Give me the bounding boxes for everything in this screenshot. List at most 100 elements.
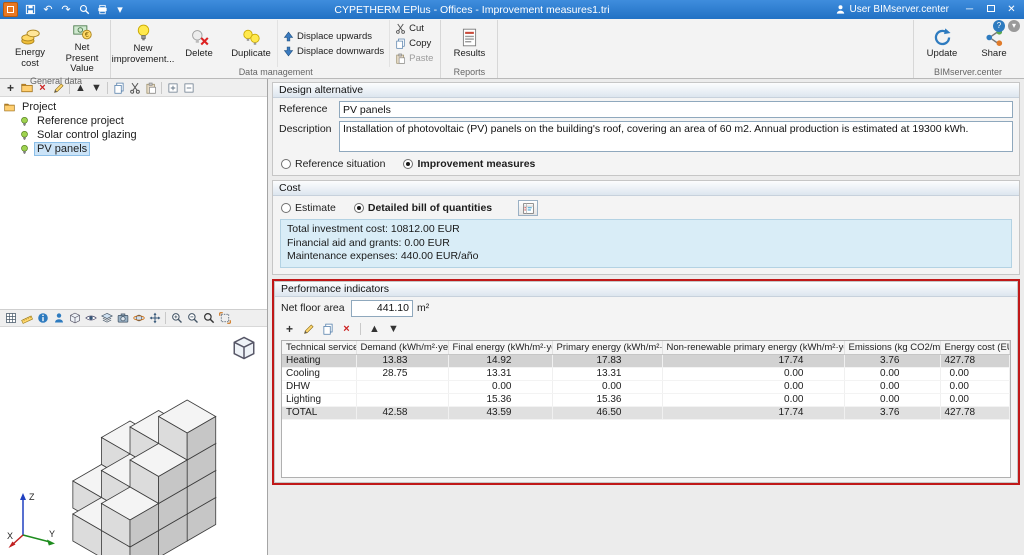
- zoom-icon[interactable]: [76, 2, 92, 17]
- minimize-button[interactable]: ─: [959, 2, 980, 18]
- row-down-icon[interactable]: ▼: [386, 322, 401, 336]
- save-icon[interactable]: [22, 2, 38, 17]
- row-up-icon[interactable]: ▲: [367, 322, 382, 336]
- copy-item-icon[interactable]: [111, 80, 126, 95]
- performance-indicators-header: Performance indicators: [275, 282, 1017, 297]
- options-circle-icon[interactable]: ▾: [1008, 20, 1020, 32]
- col-demand: Demand (kWh/m²·year): [356, 341, 448, 355]
- orbit-icon[interactable]: [131, 311, 146, 326]
- layers-icon[interactable]: [99, 311, 114, 326]
- grid-icon[interactable]: [3, 311, 18, 326]
- delete-row-icon[interactable]: ×: [339, 322, 354, 336]
- copy-row-icon[interactable]: [320, 322, 335, 336]
- zoom-in-icon[interactable]: [169, 311, 184, 326]
- collapse-all-icon[interactable]: [181, 80, 196, 95]
- tree-item-solar-control-glazing[interactable]: Solar control glazing: [4, 128, 263, 142]
- add-row-icon[interactable]: +: [282, 322, 297, 336]
- energy-cost-button[interactable]: Energy cost: [4, 25, 56, 70]
- tree-item-project[interactable]: Project: [4, 100, 263, 114]
- table-row-heating[interactable]: Heating 13.83 14.92 17.83 17.74 3.76 427…: [282, 355, 1010, 368]
- measure-bulb-icon: [19, 144, 30, 155]
- paste-item-icon[interactable]: [143, 80, 158, 95]
- close-button[interactable]: ✕: [1001, 2, 1022, 18]
- delete-button[interactable]: Delete: [173, 26, 225, 61]
- edit-bill-button[interactable]: [518, 200, 538, 216]
- ribbon-group-data-management: New improvement... Delete Duplicate Disp…: [111, 20, 441, 78]
- net-floor-area-input[interactable]: [351, 300, 413, 317]
- app-icon[interactable]: [3, 2, 18, 17]
- info-icon[interactable]: [35, 311, 50, 326]
- design-alternative-header: Design alternative: [273, 83, 1019, 98]
- bill-of-quantities-icon: [522, 202, 535, 215]
- net-present-value-button[interactable]: Net Present Value: [56, 20, 108, 76]
- visibility-icon[interactable]: [83, 311, 98, 326]
- user-icon: [835, 4, 846, 15]
- table-row-cooling[interactable]: Cooling 28.75 13.31 13.31 0.00 0.00 0.00: [282, 368, 1010, 381]
- maximize-button[interactable]: [980, 2, 1001, 18]
- performance-indicators-section: Performance indicators Net floor area m²…: [274, 281, 1018, 483]
- annotation-highlight: Performance indicators Net floor area m²…: [272, 279, 1020, 485]
- col-emissions: Emissions (kg CO2/m²·year): [844, 341, 940, 355]
- update-button[interactable]: Update: [916, 26, 968, 61]
- edit-row-icon[interactable]: [301, 322, 316, 336]
- redo-icon[interactable]: ↷: [58, 2, 74, 17]
- measure-icon[interactable]: [19, 311, 34, 326]
- separator: [161, 82, 162, 94]
- snapshot-icon[interactable]: [115, 311, 130, 326]
- reference-situation-radio[interactable]: Reference situation: [281, 158, 385, 170]
- 3d-viewport[interactable]: Z Y X: [0, 327, 267, 555]
- pan-icon[interactable]: [147, 311, 162, 326]
- person-icon[interactable]: [51, 311, 66, 326]
- col-energy-cost: Energy cost (EUR / year): [940, 341, 1010, 355]
- description-label: Description: [279, 121, 339, 135]
- view-toolbar: [0, 309, 267, 327]
- bimserver-user[interactable]: User BIMserver.center: [835, 4, 959, 15]
- axis-triad: Z Y X: [5, 485, 61, 551]
- refresh-icon: [932, 27, 953, 48]
- ribbon-group-general-data: Energy cost Net Present Value General da…: [2, 20, 111, 78]
- money-icon: [72, 21, 93, 42]
- views-cube-icon[interactable]: [67, 311, 82, 326]
- tree-item-pv-panels[interactable]: PV panels: [4, 142, 263, 156]
- table-row-total[interactable]: TOTAL 42.58 43.59 46.50 17.74 3.76 427.7…: [282, 407, 1010, 420]
- tree-item-reference-project[interactable]: Reference project: [4, 114, 263, 128]
- user-label: User BIMserver.center: [850, 4, 949, 15]
- displace-upwards-button[interactable]: Displace upwards: [281, 30, 386, 43]
- cost-summary-box: Total investment cost: 10812.00 EUR Fina…: [280, 219, 1012, 268]
- window-title: CYPETHERM EPlus - Offices - Improvement …: [120, 4, 824, 16]
- duplicate-button[interactable]: Duplicate: [225, 26, 277, 61]
- col-final-energy: Final energy (kWh/m²·year): [448, 341, 552, 355]
- performance-table: Technical service Demand (kWh/m²·year) F…: [281, 340, 1011, 478]
- left-panel: + × ▲ ▼ Project: [0, 79, 268, 555]
- cut-button[interactable]: Cut: [393, 22, 435, 35]
- axis-y-label: Y: [49, 529, 55, 539]
- zoom-extents-icon[interactable]: [217, 311, 232, 326]
- axis-x-label: X: [7, 531, 13, 541]
- detailed-bill-radio[interactable]: Detailed bill of quantities: [354, 202, 492, 214]
- copy-button[interactable]: Copy: [393, 37, 435, 50]
- cut-item-icon[interactable]: [127, 80, 142, 95]
- table-row-dhw[interactable]: DHW 0.00 0.00 0.00 0.00 0.00: [282, 381, 1010, 394]
- zoom-out-icon[interactable]: [185, 311, 200, 326]
- table-row-lighting[interactable]: Lighting 15.36 15.36 0.00 0.00 0.00: [282, 394, 1010, 407]
- cost-section: Cost Estimate Detailed bill of quantitie…: [272, 180, 1020, 275]
- expand-all-icon[interactable]: [165, 80, 180, 95]
- undo-icon[interactable]: ↶: [40, 2, 56, 17]
- scissors-icon: [395, 23, 406, 34]
- displace-downwards-button[interactable]: Displace downwards: [281, 45, 386, 58]
- measure-bulb-icon: [19, 116, 30, 127]
- radio-circle: [281, 159, 291, 169]
- total-investment-cost: Total investment cost: 10812.00 EUR: [287, 223, 1005, 237]
- improvement-measures-radio[interactable]: Improvement measures: [403, 158, 535, 170]
- help-circle-icon[interactable]: ?: [993, 20, 1005, 32]
- reference-input[interactable]: [339, 101, 1013, 118]
- results-button[interactable]: Results: [443, 26, 495, 61]
- zoom-window-icon[interactable]: [201, 311, 216, 326]
- description-input[interactable]: Installation of photovoltaic (PV) panels…: [339, 121, 1013, 152]
- print-icon[interactable]: [94, 2, 110, 17]
- estimate-radio[interactable]: Estimate: [281, 202, 336, 214]
- financial-aid: Financial aid and grants: 0.00 EUR: [287, 237, 1005, 251]
- new-improvement-button[interactable]: New improvement...: [113, 21, 173, 66]
- ribbon: Energy cost Net Present Value General da…: [0, 19, 1024, 79]
- view-cube[interactable]: [231, 335, 257, 361]
